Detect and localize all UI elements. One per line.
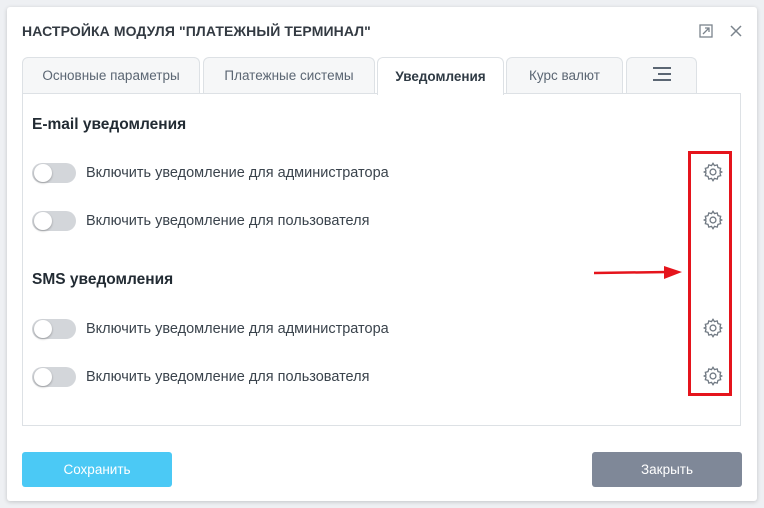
tab-more[interactable] <box>626 57 697 93</box>
email-user-row: Включить уведомление для пользователя <box>32 209 369 233</box>
tab-notifications[interactable]: Уведомления <box>377 57 504 95</box>
sms-user-toggle[interactable] <box>32 367 76 387</box>
annotation-arrow-icon <box>592 265 684 286</box>
tab-main-params[interactable]: Основные параметры <box>22 57 200 93</box>
save-button[interactable]: Сохранить <box>22 452 172 487</box>
email-user-toggle[interactable] <box>32 211 76 231</box>
sms-section-title: SMS уведомления <box>32 271 174 288</box>
settings-dialog: НАСТРОЙКА МОДУЛЯ "ПЛАТЕЖНЫЙ ТЕРМИНАЛ" Ос… <box>7 7 757 501</box>
email-admin-label: Включить уведомление для администратора <box>86 165 389 181</box>
email-admin-row: Включить уведомление для администратора <box>32 161 389 185</box>
close-icon[interactable] <box>729 24 743 38</box>
email-admin-toggle[interactable] <box>32 163 76 183</box>
expand-icon[interactable] <box>699 24 713 38</box>
sms-user-label: Включить уведомление для пользователя <box>86 369 370 385</box>
sms-admin-row: Включить уведомление для администратора <box>32 317 389 341</box>
close-button[interactable]: Закрыть <box>592 452 742 487</box>
tab-currency-rate[interactable]: Курс валют <box>506 57 623 93</box>
menu-lines-icon <box>652 67 671 84</box>
sms-admin-label: Включить уведомление для администратора <box>86 321 389 337</box>
tab-payment-systems[interactable]: Платежные системы <box>203 57 375 93</box>
email-user-label: Включить уведомление для пользователя <box>86 213 370 229</box>
annotation-highlight-box <box>688 151 732 396</box>
dialog-title: НАСТРОЙКА МОДУЛЯ "ПЛАТЕЖНЫЙ ТЕРМИНАЛ" <box>22 23 371 39</box>
email-section-title: E-mail уведомления <box>32 116 187 133</box>
sms-admin-toggle[interactable] <box>32 319 76 339</box>
sms-user-row: Включить уведомление для пользователя <box>32 365 369 389</box>
